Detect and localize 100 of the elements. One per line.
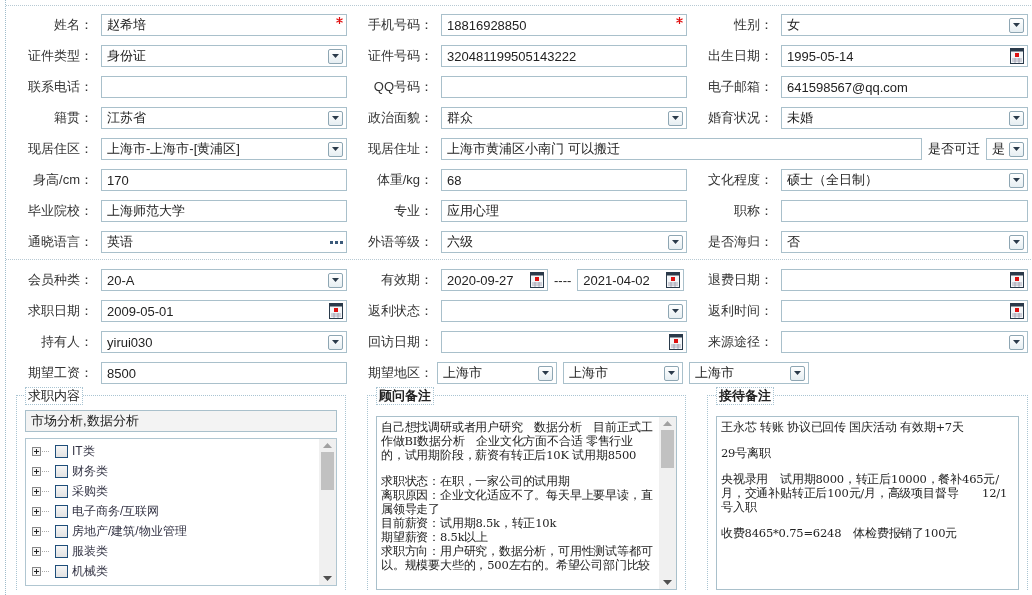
- field-label: 回访日期：: [368, 333, 434, 351]
- dropdown[interactable]: 上海市: [437, 362, 557, 384]
- checkbox[interactable]: [55, 545, 68, 558]
- checkbox[interactable]: [55, 485, 68, 498]
- field-label: 专业：: [394, 202, 434, 220]
- dropdown[interactable]: 否: [781, 231, 1028, 253]
- note-text: 求职状态：在职，一家公司的试用期: [381, 474, 571, 488]
- lookup-field[interactable]: 英语: [101, 231, 347, 253]
- scrollbar[interactable]: [319, 439, 336, 585]
- text-field[interactable]: 320481199505143222: [441, 45, 687, 67]
- expand-icon[interactable]: [32, 547, 49, 556]
- note-text: 央视录用 试用期8000，转正后10000，餐补465元/月，交通补贴转正后100元/月，高级项目督导 12/1号入职: [721, 472, 1009, 514]
- notes-area[interactable]: 王永芯 转账 协议已回传 国庆活动 有效期+7天 29号离职 央视录用 试用期8000，转正后10000，餐补465元/月，交通补贴转正后100元/月，高级项目督导 12/1号入职 收费8465*0.75=6248 体检费报销了100元: [716, 416, 1019, 590]
- field-label: 退费日期：: [708, 271, 774, 289]
- text-field[interactable]: 18816928850: [441, 14, 687, 36]
- date-field[interactable]: 1995-05-14: [781, 45, 1028, 67]
- dropdown[interactable]: 女: [781, 14, 1028, 36]
- tree-item[interactable]: 服装类: [72, 543, 108, 560]
- tree-item[interactable]: 采购类: [72, 483, 108, 500]
- field-label: 联系电话：: [28, 78, 94, 96]
- field-label: 手机号码：: [368, 16, 434, 34]
- calendar-icon[interactable]: [1010, 272, 1024, 288]
- calendar-icon[interactable]: [530, 272, 544, 288]
- dropdown[interactable]: 江苏省: [101, 107, 347, 129]
- group-title: 顾问备注: [376, 387, 434, 405]
- text-field[interactable]: 赵希培: [101, 14, 347, 36]
- field-label: 电子邮箱：: [708, 78, 774, 96]
- dropdown[interactable]: 群众: [441, 107, 687, 129]
- date-field[interactable]: 2021-04-02: [577, 269, 685, 291]
- calendar-icon[interactable]: [666, 272, 681, 288]
- dropdown[interactable]: 未婚: [781, 107, 1028, 129]
- checkbox[interactable]: [55, 565, 68, 578]
- dropdown[interactable]: 身份证: [101, 45, 347, 67]
- dropdown[interactable]: 六级: [441, 231, 687, 253]
- dropdown[interactable]: 20-A: [101, 269, 347, 291]
- tree-item[interactable]: IT类: [72, 443, 95, 460]
- dropdown[interactable]: 上海市: [689, 362, 809, 384]
- scroll-thumb[interactable]: [661, 430, 674, 468]
- calendar-icon[interactable]: [669, 334, 683, 350]
- notes-area[interactable]: 自己想找调研或者用户研究 数据分析 目前正式工作做BI数据分析 企业文化方面不合适 零售行业的，试用期阶段，薪资有转正后10K 试用期8500 求职状态：在职，一家公司的试用期 离职原因：企业文化适应不了。每天早上要早读，直属领导走了 目前薪资：试用期8.5k，转正10k 期望薪资：8.5k以上 求职方向：用户研究，数据分析，可用性测试等都可以。规模要大些的，500左右的。希望公司部门比较: [376, 416, 677, 590]
- note-text: 离职原因：企业文化适应不了。每天早上要早读，直属领导走了: [381, 488, 654, 516]
- field-label: 期望地区：: [368, 364, 434, 382]
- expand-icon[interactable]: [32, 487, 49, 496]
- field-label: 持有人：: [41, 333, 94, 351]
- date-field[interactable]: [781, 269, 1028, 291]
- tree-item[interactable]: 电子商务/互联网: [72, 503, 160, 520]
- text-field[interactable]: 170: [101, 169, 347, 191]
- date-field[interactable]: 2020-09-27: [441, 269, 548, 291]
- calendar-icon[interactable]: [1010, 48, 1024, 64]
- expand-icon[interactable]: [32, 527, 49, 536]
- expand-icon[interactable]: [32, 567, 49, 576]
- dropdown[interactable]: 硕士（全日制）: [781, 169, 1028, 191]
- calendar-icon[interactable]: [329, 303, 343, 319]
- calendar-icon[interactable]: [1010, 303, 1024, 319]
- field-label: 是否可迁: [928, 140, 980, 158]
- field-label: 返利状态：: [368, 302, 434, 320]
- tree-item[interactable]: 房地产/建筑/物业管理: [72, 523, 187, 540]
- field-label: 来源途径：: [708, 333, 774, 351]
- text-field[interactable]: 上海师范大学: [101, 200, 347, 222]
- date-field[interactable]: [441, 331, 687, 353]
- text-field[interactable]: 应用心理: [441, 200, 687, 222]
- expand-icon[interactable]: [32, 467, 49, 476]
- field-label: 有效期：: [381, 271, 434, 289]
- scroll-down-icon[interactable]: [663, 580, 672, 585]
- text-field[interactable]: 8500: [101, 362, 347, 384]
- note-text: 求职方向：用户研究，数据分析，可用性测试等都可以。规模要大些的，500左右的。希望公司部门比较: [381, 544, 654, 572]
- text-field[interactable]: [441, 76, 687, 98]
- text-field[interactable]: 上海市黄浦区小南门 可以搬迁: [441, 138, 922, 160]
- text-field[interactable]: [781, 200, 1028, 222]
- field-label: 外语等级：: [368, 233, 434, 251]
- tree-item[interactable]: 机械类: [72, 563, 108, 580]
- text-field[interactable]: 641598567@qq.com: [781, 76, 1028, 98]
- tree-item[interactable]: 财务类: [72, 463, 108, 480]
- field-label: 期望工资：: [28, 364, 94, 382]
- scroll-thumb[interactable]: [321, 452, 334, 490]
- expand-icon[interactable]: [32, 507, 49, 516]
- dropdown[interactable]: 是: [986, 138, 1028, 160]
- expand-icon[interactable]: [32, 447, 49, 456]
- dropdown[interactable]: 上海市-上海市-[黄浦区]: [101, 138, 347, 160]
- field-label: 返利时间：: [708, 302, 774, 320]
- more-icon[interactable]: [330, 240, 343, 244]
- note-text: 收费8465*0.75=6248 体检费报销了100元: [721, 526, 959, 540]
- text-field[interactable]: [101, 76, 347, 98]
- scrollbar[interactable]: [659, 417, 676, 589]
- date-field[interactable]: [781, 300, 1028, 322]
- scroll-down-icon[interactable]: [323, 576, 332, 581]
- checkbox[interactable]: [55, 465, 68, 478]
- note-text: 王永芯 转账 协议已回传 国庆活动 有效期+7天: [721, 420, 965, 434]
- dropdown[interactable]: yirui030: [101, 331, 347, 353]
- field-label: QQ号码：: [373, 78, 434, 96]
- field-label: 职称：: [734, 202, 774, 220]
- text-field[interactable]: 68: [441, 169, 687, 191]
- checkbox[interactable]: [55, 525, 68, 538]
- dropdown[interactable]: 上海市: [563, 362, 683, 384]
- range-separator: ----: [553, 272, 573, 288]
- checkbox[interactable]: [55, 505, 68, 518]
- checkbox[interactable]: [55, 445, 68, 458]
- date-field[interactable]: 2009-05-01: [101, 300, 347, 322]
- note-text: 自己想找调研或者用户研究 数据分析 目前正式工作做BI数据分析 企业文化方面不合适 零售行业的，试用期阶段，薪资有转正后10K 试用期8500: [381, 420, 654, 462]
- field-label: 现居住址：: [368, 140, 434, 158]
